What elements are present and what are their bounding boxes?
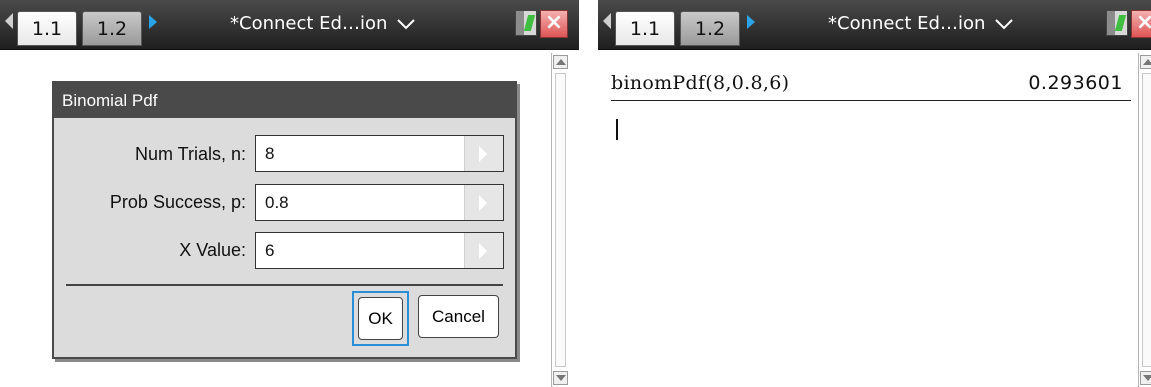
- prob-success-input[interactable]: 0.8: [255, 184, 504, 221]
- prob-success-value: 0.8: [265, 193, 289, 212]
- calculator-result[interactable]: 0.293601: [1028, 72, 1123, 94]
- close-icon[interactable]: ×: [1131, 10, 1151, 38]
- tab-1-2[interactable]: 1.2: [680, 11, 740, 46]
- cancel-button[interactable]: Cancel: [418, 295, 499, 338]
- triangle-left-icon[interactable]: [5, 13, 13, 29]
- vertical-scrollbar[interactable]: [1138, 53, 1151, 387]
- x-value-arrow-icon[interactable]: [464, 233, 503, 268]
- triangle-right-icon[interactable]: [747, 15, 755, 29]
- x-value-value: 6: [265, 241, 275, 260]
- scroll-down-icon[interactable]: [1140, 371, 1151, 385]
- scroll-up-icon[interactable]: [553, 55, 568, 69]
- num-trials-arrow-icon[interactable]: [464, 136, 503, 171]
- vertical-scrollbar[interactable]: [551, 53, 570, 387]
- x-value-label: X Value:: [179, 240, 246, 260]
- ok-button-focus: OK: [352, 291, 409, 346]
- calculator-expression[interactable]: binomPdf(8,0.8,6): [611, 72, 789, 94]
- right-calculator-screen: 1.1 1.2 *Connect Ed…ion × binomPdf(8,0.8…: [598, 0, 1151, 387]
- entry-divider: [611, 100, 1131, 101]
- document-title: *Connect Ed…ion: [230, 13, 388, 34]
- num-trials-label: Num Trials, n:: [134, 144, 246, 164]
- chevron-down-icon: [995, 19, 1013, 30]
- triangle-right-icon[interactable]: [149, 15, 157, 29]
- document-title-menu[interactable]: *Connect Ed…ion: [230, 11, 430, 37]
- title-bar: 1.1 1.2 *Connect Ed…ion ×: [0, 0, 579, 50]
- prob-success-arrow-icon[interactable]: [464, 185, 503, 220]
- triangle-left-icon[interactable]: [603, 13, 611, 29]
- text-cursor[interactable]: [616, 119, 618, 140]
- title-bar: 1.1 1.2 *Connect Ed…ion ×: [598, 0, 1151, 50]
- x-value-input[interactable]: 6: [255, 232, 504, 269]
- num-trials-value: 8: [265, 144, 275, 163]
- num-trials-input[interactable]: 8: [255, 135, 504, 172]
- document-title-menu[interactable]: *Connect Ed…ion: [828, 11, 1028, 37]
- close-icon[interactable]: ×: [540, 10, 568, 38]
- tab-1-1[interactable]: 1.1: [615, 11, 675, 46]
- prob-success-label: Prob Success, p:: [109, 192, 246, 212]
- binomial-pdf-dialog: Binomial Pdf Num Trials, n: 8 Prob Succe…: [52, 81, 517, 359]
- scroll-track[interactable]: [555, 73, 566, 367]
- dialog-title: Binomial Pdf: [54, 83, 515, 118]
- scroll-down-icon[interactable]: [553, 371, 568, 385]
- dialog-divider: [66, 284, 503, 286]
- left-calculator-screen: 1.1 1.2 *Connect Ed…ion × Binomial Pdf N…: [0, 0, 579, 387]
- tab-1-1[interactable]: 1.1: [17, 11, 77, 46]
- tab-1-2[interactable]: 1.2: [82, 11, 142, 46]
- battery-icon: [1106, 10, 1128, 36]
- scroll-up-icon[interactable]: [1140, 55, 1151, 69]
- scroll-track[interactable]: [1142, 73, 1151, 367]
- chevron-down-icon: [397, 19, 415, 30]
- battery-icon: [515, 10, 537, 36]
- ok-button[interactable]: OK: [358, 297, 403, 340]
- document-title: *Connect Ed…ion: [828, 13, 986, 34]
